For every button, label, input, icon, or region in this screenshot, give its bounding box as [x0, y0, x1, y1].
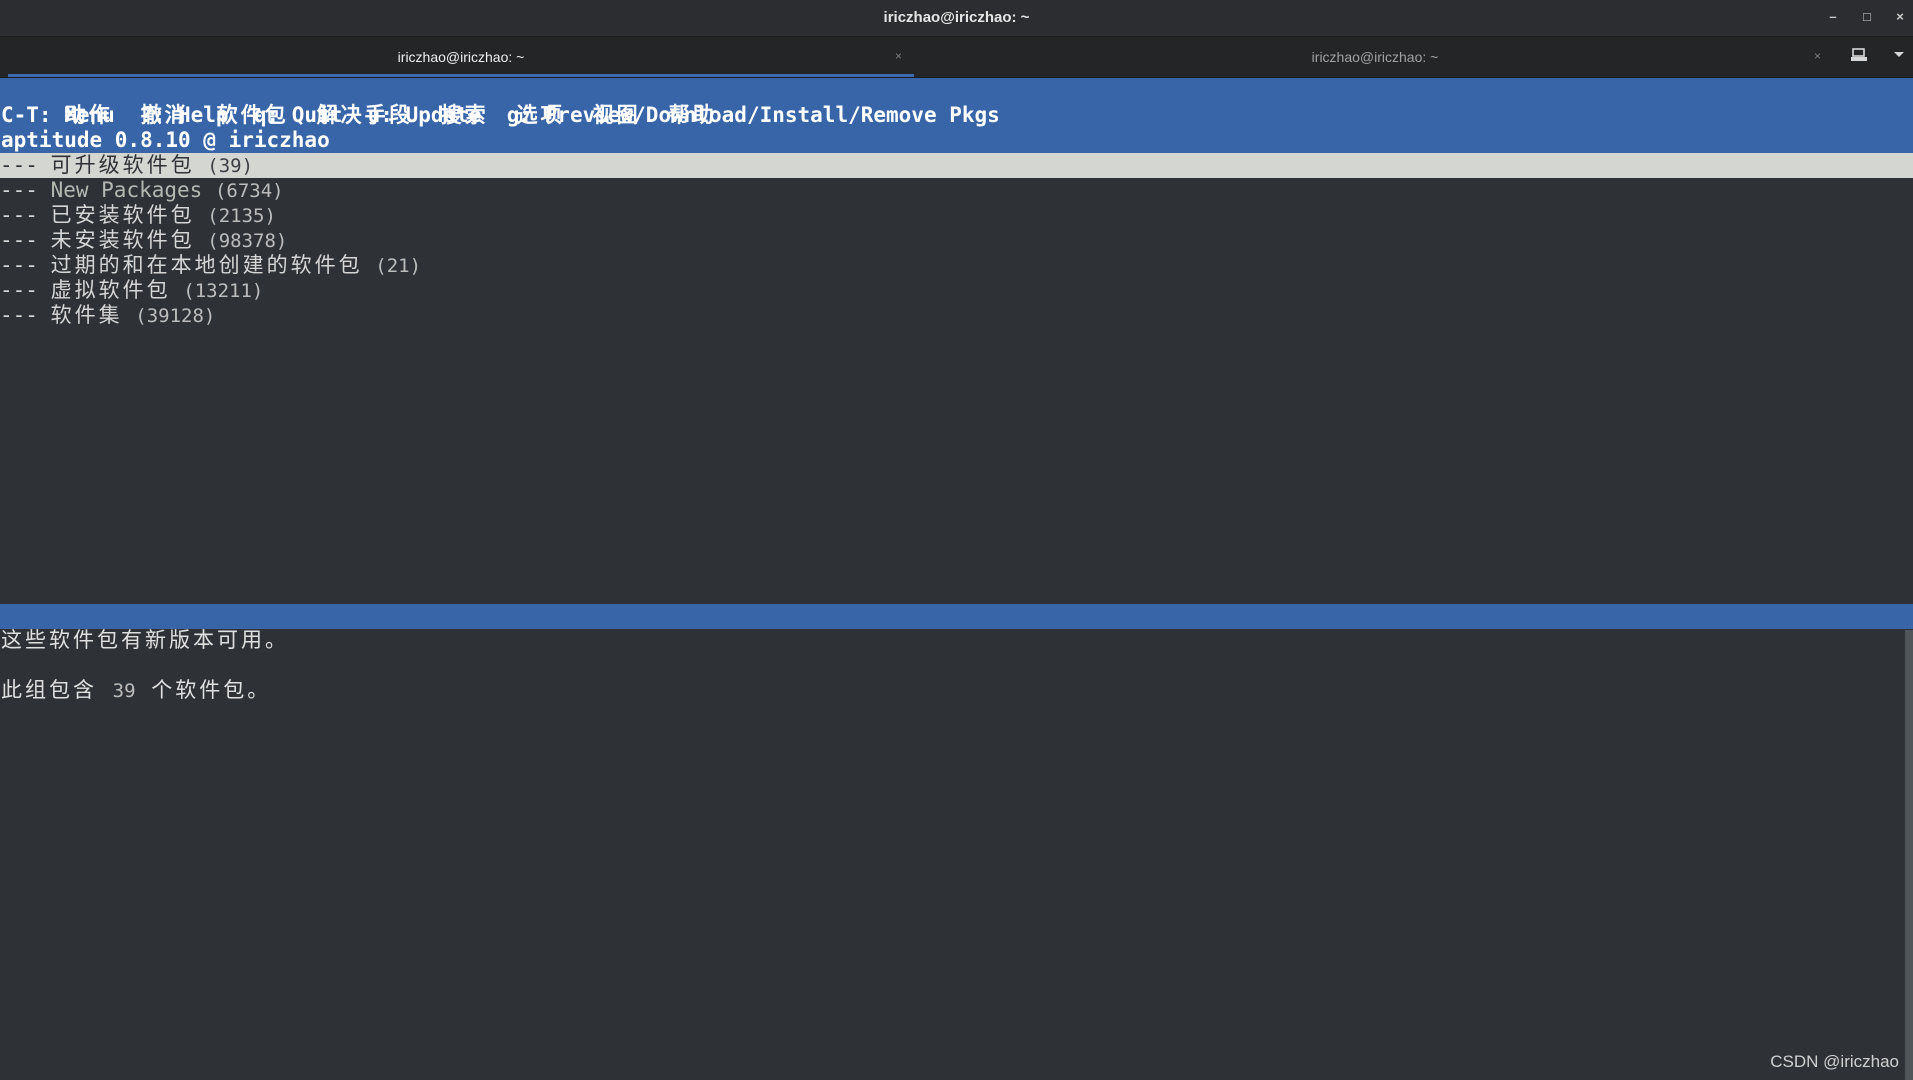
minimize-button[interactable]: – [1824, 8, 1842, 26]
category-count: (98378) [207, 230, 288, 252]
package-category-row[interactable]: --- 可升级软件包 (39) [0, 153, 1913, 178]
package-category-row[interactable]: --- 软件集 (39128) [0, 303, 1913, 328]
category-count: (2135) [207, 205, 276, 227]
package-category-row[interactable]: --- 未安装软件包 (98378) [0, 228, 1913, 253]
category-count: (39) [207, 155, 254, 177]
description-count-line: 此组包含 39 个软件包。 [1, 678, 271, 703]
category-name: 已安装软件包 [50, 203, 195, 227]
tree-prefix: --- [0, 303, 38, 327]
maximize-button[interactable]: □ [1858, 8, 1876, 26]
tab-terminal-2[interactable]: iriczhao@iriczhao: ~ × [915, 37, 1835, 77]
description-line: 这些软件包有新版本可用。 [1, 628, 289, 652]
watermark: CSDN @iriczhao [1770, 1052, 1899, 1071]
category-count: (13211) [183, 280, 264, 302]
pane-divider [0, 604, 1913, 629]
close-window-button[interactable]: × [1891, 8, 1909, 26]
category-count: (39128) [135, 305, 216, 327]
category-name: 未安装软件包 [50, 228, 195, 252]
description-scrollbar[interactable] [1905, 630, 1913, 1080]
package-category-row[interactable]: --- 过期的和在本地创建的软件包 (21) [0, 253, 1913, 278]
category-name: New Packages [50, 178, 203, 202]
package-category-row[interactable]: --- New Packages (6734) [0, 178, 1913, 203]
window-titlebar: iriczhao@iriczhao: ~ – □ × [0, 0, 1913, 37]
chevron-down-icon[interactable] [1888, 47, 1910, 67]
tab-label: iriczhao@iriczhao: ~ [397, 49, 525, 65]
category-name: 过期的和在本地创建的软件包 [50, 253, 363, 277]
tab-terminal-1[interactable]: iriczhao@iriczhao: ~ × [8, 37, 914, 77]
tab-close-icon[interactable]: × [895, 49, 902, 63]
category-count: (6734) [214, 180, 284, 202]
description-text: 此组包含 [1, 678, 97, 702]
tree-prefix: --- [0, 228, 38, 252]
tree-prefix: --- [0, 153, 38, 177]
tree-prefix: --- [0, 203, 38, 227]
window-title: iriczhao@iriczhao: ~ [883, 9, 1030, 26]
category-name: 虚拟软件包 [50, 278, 171, 302]
description-text: 个软件包。 [151, 678, 272, 702]
package-category-row[interactable]: --- 虚拟软件包 (13211) [0, 278, 1913, 303]
key-hints: C-T: Menu ?: Help q: Quit u: Update g: P… [1, 103, 1000, 127]
category-name: 软件集 [50, 303, 123, 327]
tab-bar: iriczhao@iriczhao: ~ × iriczhao@iriczhao… [0, 37, 1913, 78]
category-name: 可升级软件包 [50, 153, 195, 177]
description-count: 39 [112, 680, 136, 702]
category-count: (21) [375, 255, 422, 277]
tree-prefix: --- [0, 253, 38, 277]
tree-prefix: --- [0, 278, 38, 302]
aptitude-menubar: 动作 撤消 软件包 解决手段 搜索 选项 视图 帮助 [14, 78, 745, 127]
package-category-row[interactable]: --- 已安装软件包 (2135) [0, 203, 1913, 228]
tree-prefix: --- [0, 178, 38, 202]
tab-label: iriczhao@iriczhao: ~ [1311, 49, 1439, 65]
new-tab-icon[interactable] [1848, 47, 1870, 67]
terminal-area[interactable]: 动作 撤消 软件包 解决手段 搜索 选项 视图 帮助 C-T: Menu ?: Help q:… [0, 78, 1913, 1080]
tab-close-icon[interactable]: × [1814, 49, 1821, 63]
version-status: aptitude 0.8.10 @ iriczhao [1, 128, 330, 152]
